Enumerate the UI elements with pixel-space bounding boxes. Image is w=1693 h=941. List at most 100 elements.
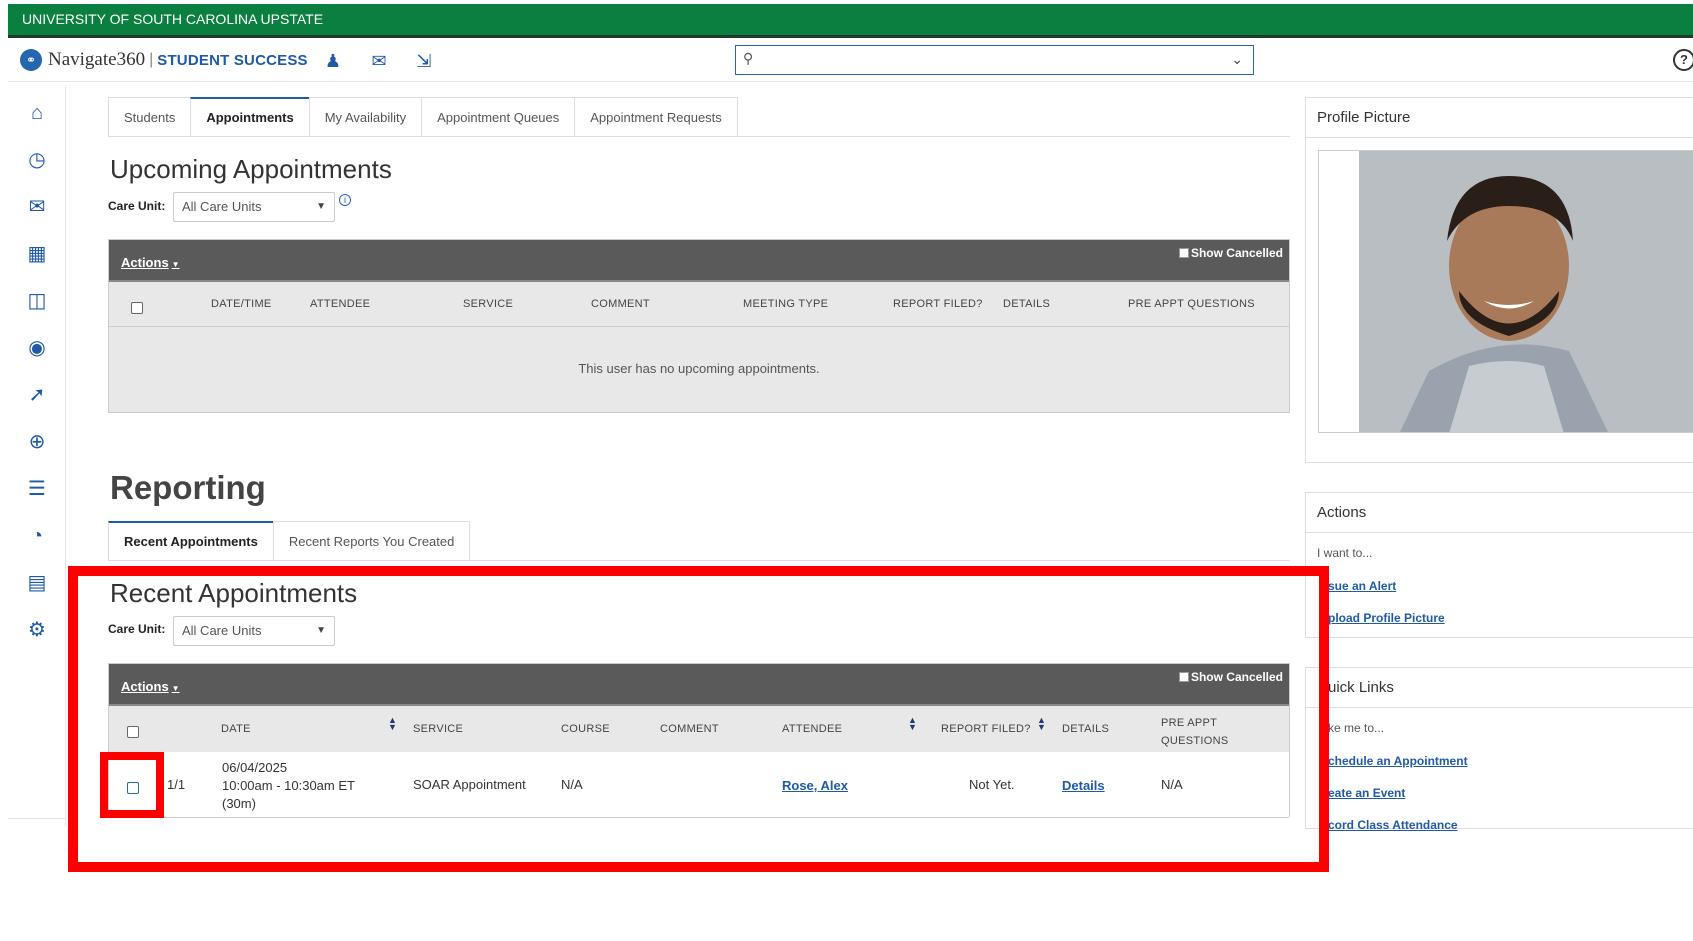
help-icon[interactable]: ? (1673, 49, 1693, 71)
grid-toolbar: Actions ▼ Show Cancelled (109, 664, 1289, 706)
create-event-link[interactable]: eate an Event (1328, 786, 1405, 800)
actions-menu[interactable]: Actions ▼ (121, 679, 180, 694)
col-course[interactable]: COURSE (561, 723, 610, 735)
reporting-tabs: Recent Appointments Recent Reports You C… (108, 521, 471, 561)
care-unit-label: Care Unit: (108, 622, 166, 636)
recent-grid: Actions ▼ Show Cancelled DATE ▲ ▼ SERVICE … (108, 663, 1290, 818)
person-illustration (1359, 151, 1693, 432)
recent-care-unit-select[interactable]: All Care Units ▼ (173, 616, 335, 646)
col-pre-appt-line1: PRE APPT (1161, 717, 1218, 729)
tab-appointments[interactable]: Appointments (190, 97, 309, 137)
show-cancelled-toggle[interactable]: Show Cancelled (1178, 246, 1283, 260)
app-logo[interactable]: ⚭ Navigate360 | STUDENT SUCCESS (20, 49, 308, 71)
reporting-title: Reporting (110, 469, 266, 506)
panel-subtitle: ke me to... (1328, 721, 1385, 735)
record-class-attendance-link[interactable]: cord Class Attendance (1328, 818, 1458, 832)
tab-my-availability[interactable]: My Availability (308, 97, 422, 137)
select-value: All Care Units (182, 623, 262, 638)
panel-title: uick Links (1306, 668, 1693, 708)
mail-icon[interactable]: ✉ (368, 50, 390, 72)
upload-profile-picture-link[interactable]: pload Profile Picture (1328, 611, 1445, 625)
reports-icon[interactable]: ▤ (24, 570, 50, 596)
settings-gear-icon[interactable]: ⚙ (24, 617, 50, 643)
folder-icon[interactable]: ◫ (24, 288, 50, 314)
col-service[interactable]: SERVICE (413, 723, 463, 735)
row-time: 10:00am - 10:30am ET (222, 778, 355, 793)
logo-product: STUDENT SUCCESS (157, 51, 308, 69)
tab-recent-reports[interactable]: Recent Reports You Created (272, 521, 471, 561)
analytics-icon[interactable]: ◔ (24, 523, 50, 549)
col-pre-appt-questions[interactable]: PRE APPT QUESTIONS (1128, 298, 1255, 310)
row-pre-appt: N/A (1161, 777, 1183, 792)
calendar-icon[interactable]: ▦ (24, 241, 50, 267)
attendee-link[interactable]: Rose, Alex (782, 778, 848, 793)
select-all-checkbox[interactable] (127, 726, 139, 738)
sort-icon[interactable]: ▲ ▼ (1037, 716, 1046, 732)
tab-appointment-requests[interactable]: Appointment Requests (574, 97, 738, 137)
tab-recent-appointments[interactable]: Recent Appointments (108, 521, 273, 561)
quick-links-panel: uick Links ke me to... chedule an Appoin… (1305, 667, 1693, 832)
col-attendee[interactable]: ATTENDEE (310, 298, 370, 310)
institution-name: UNIVERSITY OF SOUTH CAROLINA UPSTATE (22, 11, 324, 27)
global-search[interactable]: ⚲ ⌄ (735, 45, 1254, 75)
pin-icon[interactable]: ➚ (24, 382, 50, 408)
col-pre-appt-questions[interactable]: PRE APPT QUESTIONS (1161, 714, 1229, 750)
quick-add-icon[interactable]: ⇲ (413, 50, 435, 72)
schedule-appointment-link[interactable]: chedule an Appointment (1328, 754, 1468, 768)
care-unit-label: Care Unit: (108, 199, 166, 213)
show-cancelled-toggle[interactable]: Show Cancelled (1178, 670, 1283, 684)
col-comment[interactable]: COMMENT (660, 723, 719, 735)
chevron-down-icon[interactable]: ⌄ (1231, 51, 1243, 68)
side-navigation: ⌂ ◷ ✉ ▦ ◫ ◉ ➚ ⊕ ☰ ◔ ▤ ⚙ (8, 86, 66, 826)
zoom-search-icon[interactable]: ⊕ (24, 429, 50, 455)
row-checkbox[interactable] (127, 782, 139, 794)
details-link[interactable]: Details (1062, 778, 1105, 793)
row-date-time: 06/04/2025 10:00am - 10:30am ET (30m) (222, 759, 355, 813)
select-value: All Care Units (182, 199, 262, 214)
tab-students[interactable]: Students (108, 97, 191, 137)
upcoming-care-unit-select[interactable]: All Care Units ▼ (173, 192, 335, 222)
col-details[interactable]: DETAILS (1062, 723, 1109, 735)
divider (8, 818, 66, 819)
col-meeting-type[interactable]: MEETING TYPE (743, 298, 828, 310)
list-icon[interactable]: ☰ (24, 476, 50, 502)
actions-menu[interactable]: Actions ▼ (121, 255, 180, 270)
campaign-icon[interactable]: ◉ (24, 335, 50, 361)
caret-down-icon: ▼ (316, 201, 326, 212)
caret-down-icon: ▼ (171, 684, 180, 693)
search-input[interactable] (736, 46, 1253, 74)
col-date[interactable]: DATE (221, 723, 251, 735)
row-date: 06/04/2025 (222, 760, 288, 775)
col-service[interactable]: SERVICE (463, 298, 513, 310)
sort-icon[interactable]: ▲ ▼ (388, 716, 397, 732)
tab-appointment-queues[interactable]: Appointment Queues (421, 97, 575, 137)
show-cancelled-checkbox[interactable] (1178, 672, 1189, 682)
table-row[interactable]: 1/1 06/04/2025 10:00am - 10:30am ET (30m… (109, 752, 1289, 818)
institution-bar: UNIVERSITY OF SOUTH CAROLINA UPSTATE (8, 4, 1693, 38)
dashboard-icon[interactable]: ◷ (24, 147, 50, 173)
home-icon[interactable]: ⌂ (24, 100, 50, 126)
row-report-filed: Not Yet. (969, 777, 1015, 792)
info-icon[interactable]: i (339, 194, 351, 206)
caret-down-icon: ▼ (171, 260, 180, 269)
message-icon[interactable]: ✉ (24, 194, 50, 220)
profile-picture-panel: Profile Picture (1305, 97, 1693, 463)
main-tabs: Students Appointments My Availability Ap… (108, 97, 738, 137)
col-attendee[interactable]: ATTENDEE (782, 723, 842, 735)
col-report-filed[interactable]: REPORT FILED? (893, 298, 983, 310)
col-pre-appt-line2: QUESTIONS (1161, 735, 1229, 747)
col-details[interactable]: DETAILS (1003, 298, 1050, 310)
col-comment[interactable]: COMMENT (591, 298, 650, 310)
app-header: ⚭ Navigate360 | STUDENT SUCCESS ♟ ✉ ⇲ ⚲ … (8, 40, 1693, 82)
panel-subtitle: I want to... (1317, 546, 1373, 560)
actions-label: Actions (121, 255, 169, 270)
col-report-filed[interactable]: REPORT FILED? (941, 723, 1031, 735)
select-all-checkbox[interactable] (131, 302, 143, 314)
col-date-time[interactable]: DATE/TIME (211, 298, 272, 310)
issue-alert-link[interactable]: sue an Alert (1328, 579, 1396, 593)
show-cancelled-checkbox[interactable] (1178, 248, 1189, 258)
people-icon[interactable]: ♟ (322, 50, 344, 72)
profile-photo-image (1359, 151, 1693, 432)
sort-icon[interactable]: ▲ ▼ (908, 716, 917, 732)
upcoming-title: Upcoming Appointments (110, 154, 392, 184)
